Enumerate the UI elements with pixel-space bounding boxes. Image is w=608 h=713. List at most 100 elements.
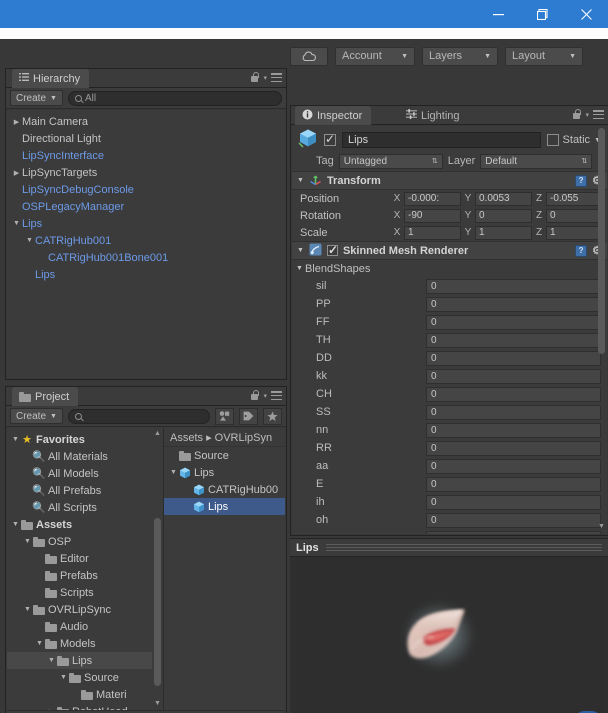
foldout-arrow-icon[interactable]: ▼ [296,265,303,272]
breadcrumb[interactable]: Assets ▸ OVRLipSyn [164,428,285,447]
tab-inspector[interactable]: Inspector [295,106,372,125]
filter-by-type-button[interactable] [215,407,234,425]
layout-button[interactable]: Layout ▼ [505,46,583,66]
help-icon[interactable]: ? [575,244,588,257]
transform-position-z-field[interactable]: -0.055 [546,191,603,206]
hierarchy-item[interactable]: ▼ Lips [7,215,285,232]
transform-row[interactable]: Rotation X -90 Y 0 Z 0 [292,207,607,224]
blendshape-row[interactable]: sil 0 [292,277,607,295]
tag-dropdown[interactable]: Untagged ⇅ [338,153,443,169]
blendshape-row[interactable]: ih 0 [292,493,607,511]
blendshape-row[interactable]: FF 0 [292,313,607,331]
favorites-button[interactable] [263,407,282,425]
project-tree-scrollbar[interactable]: ▲ ▼ [152,428,163,713]
menu-icon[interactable] [271,73,282,82]
project-content-item[interactable]: ▼ Lips [164,464,285,481]
project-favorite-item[interactable]: ▶🔍All Models [7,465,163,482]
project-folder-item[interactable]: ▼ Models [7,635,163,652]
foldout-arrow-icon[interactable]: ▼ [11,218,22,229]
foldout-arrow-icon[interactable]: ▶ [11,116,22,127]
project-contents-list[interactable]: ▶Source ▼ Lips ▶CATRigHub00▶Lips [164,447,285,515]
transform-position-y-field[interactable]: 0.0053 [475,191,532,206]
foldout-arrow-icon[interactable]: ▼ [10,434,21,445]
blendshape-list[interactable]: sil 0 PP 0 FF 0 TH 0 DD 0 kk 0 CH 0 SS 0 nn 0 RR 0 aa 0 E 0 ih 0 o… [292,277,607,534]
foldout-arrow-icon[interactable]: ▼ [22,604,33,615]
project-favorites-section[interactable]: ▼★Favorites▶🔍All Materials▶🔍All Models▶🔍… [7,431,163,516]
project-favorites-header[interactable]: ▼ ★ Favorites [7,431,163,448]
blendshape-value-field[interactable]: 0 [426,332,601,348]
project-folder-item[interactable]: ▼ OVRLipSync [7,601,163,618]
tab-project[interactable]: Project [12,387,79,406]
preview-drag-handle[interactable] [325,544,602,551]
blendshape-value-field[interactable]: 0 [426,386,601,402]
blendshape-value-field[interactable]: 0 [426,476,601,492]
transform-scale-z-field[interactable]: 1 [546,225,603,240]
layers-button[interactable]: Layers ▼ [422,46,498,66]
project-favorite-item[interactable]: ▶🔍All Materials [7,448,163,465]
menu-icon[interactable] [271,391,282,400]
transform-rotation-z-field[interactable]: 0 [546,208,603,223]
foldout-arrow-icon[interactable]: ▼ [168,467,179,478]
close-button[interactable] [564,0,608,28]
gameobject-name-field[interactable]: Lips [342,132,541,148]
project-folder-item[interactable]: ▶Audio [7,618,163,635]
project-folder-tree[interactable]: ▼★Favorites▶🔍All Materials▶🔍All Models▶🔍… [7,428,163,713]
blendshape-value-field[interactable]: 0 [426,440,601,456]
menu-icon[interactable] [593,110,604,119]
project-contents-pane[interactable]: Assets ▸ OVRLipSyn ▶Source ▼ Lips ▶CATRigHu… [164,428,285,713]
project-favorite-item[interactable]: ▶🔍All Scripts [7,499,163,516]
static-checkbox[interactable] [546,134,559,146]
hierarchy-item[interactable]: ▶LipSyncInterface [7,147,285,164]
blendshape-row[interactable]: E0 [292,475,607,493]
blendshape-row[interactable]: RR 0 [292,439,607,457]
blendshape-row[interactable]: aa 0 [292,457,607,475]
project-create-button[interactable]: Create ▼ [10,408,63,424]
blendshape-row[interactable]: nn 0 [292,421,607,439]
hierarchy-item[interactable]: ▶OSPLegacyManager [7,198,285,215]
help-icon[interactable]: ? [575,174,588,187]
hierarchy-create-button[interactable]: Create ▼ [10,90,63,106]
project-favorite-item[interactable]: ▶🔍All Prefabs [7,482,163,499]
blendshape-row[interactable]: PP 0 [292,295,607,313]
foldout-arrow-icon[interactable]: ▶ [11,167,22,178]
hierarchy-item[interactable]: ▶LipSyncDebugConsole [7,181,285,198]
blendshape-value-field[interactable]: 0 [426,458,601,474]
blendshape-row[interactable]: TH 0 [292,331,607,349]
project-folder-item[interactable]: ▶Materi [7,686,163,703]
project-folder-item[interactable]: ▶Prefabs [7,567,163,584]
project-folder-item[interactable]: ▶Scripts [7,584,163,601]
project-search-input[interactable] [67,408,210,424]
inspector-scroll-thumb[interactable] [598,128,605,354]
foldout-arrow-icon[interactable]: ▼ [297,247,304,254]
inspector-scrollbar[interactable]: ▼ [596,126,607,534]
project-content-item[interactable]: ▶Lips [164,498,285,515]
blendshape-value-field[interactable]: 0 [426,314,601,330]
project-folder-item[interactable]: ▼ OSP [7,533,163,550]
blendshape-value-field[interactable]: 0 [426,404,601,420]
hierarchy-item[interactable]: ▶ Main Camera [7,113,285,130]
transform-row[interactable]: Scale X 1 Y 1 Z 1 [292,224,607,241]
transform-row[interactable]: Position X -0.000: Y 0.0053 Z -0.055 [292,190,607,207]
hierarchy-search-input[interactable]: All [67,90,282,106]
minimize-button[interactable] [476,0,520,28]
static-toggle-group[interactable]: Static ▼ [546,134,601,146]
account-button[interactable]: Account ▼ [335,46,415,66]
project-content-item[interactable]: ▶Source [164,447,285,464]
foldout-arrow-icon[interactable]: ▼ [46,655,57,666]
hierarchy-tree[interactable]: ▶Main Camera▶Directional Light▶LipSyncIn… [7,110,285,378]
transform-position-x-field[interactable]: -0.000: [404,191,461,206]
filter-by-label-button[interactable] [239,407,258,425]
blendshape-row[interactable]: SS 0 [292,403,607,421]
blendshape-value-field[interactable]: 0 [426,350,601,366]
hierarchy-item[interactable]: ▶Directional Light [7,130,285,147]
blendshape-value-field[interactable]: 0 [426,494,601,510]
layer-dropdown[interactable]: Default ⇅ [480,153,593,169]
tab-hierarchy[interactable]: Hierarchy [12,69,90,88]
hierarchy-item[interactable]: ▶ LipSyncTargets [7,164,285,181]
blendshape-row[interactable]: ou 0 [292,529,607,534]
transform-component-header[interactable]: ▼ Transform ? ⚙ [292,171,607,190]
scroll-down-icon[interactable]: ▼ [154,700,161,707]
tab-lighting[interactable]: Lighting [399,106,469,125]
project-folder-item[interactable]: ▶Editor [7,550,163,567]
transform-rotation-y-field[interactable]: 0 [475,208,532,223]
